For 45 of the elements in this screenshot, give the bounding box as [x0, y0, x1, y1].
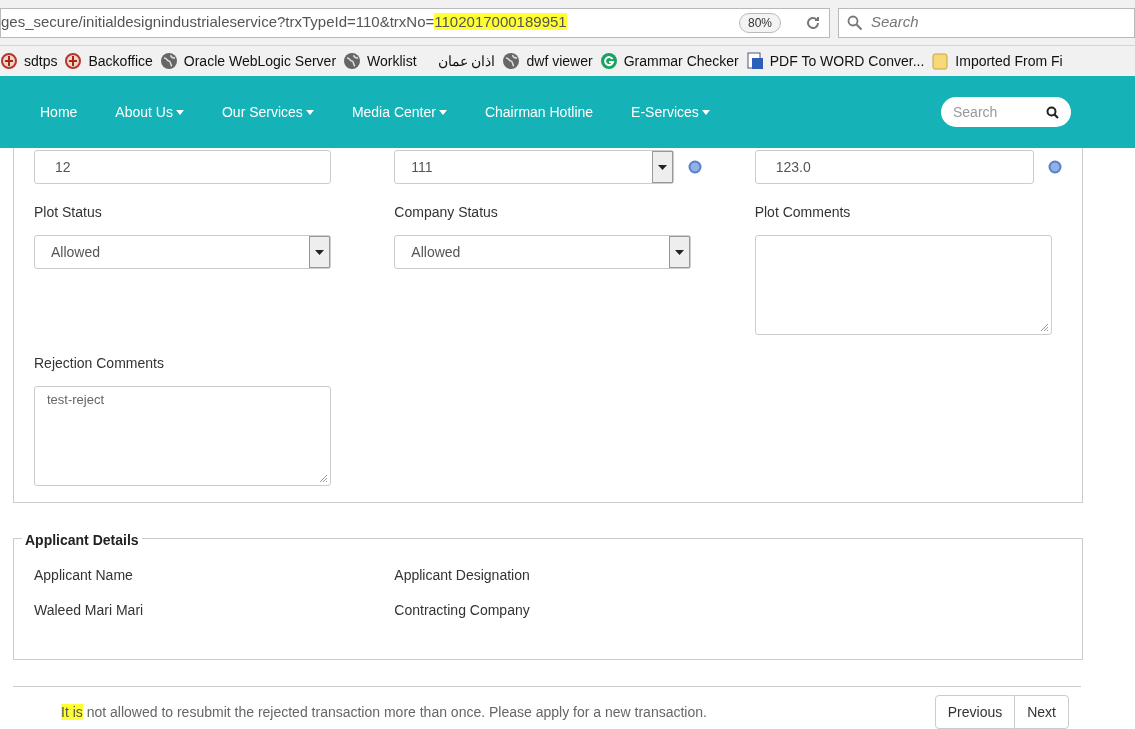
field-label: Plot Comments — [754, 203, 852, 222]
bookmark-link[interactable]: اذان عمان — [437, 50, 496, 72]
resize-grip-icon[interactable] — [319, 474, 328, 483]
zoom-badge[interactable]: 80% — [738, 12, 781, 33]
bookmark-link[interactable]: Oracle WebLogic Server — [159, 50, 337, 72]
field-label: Applicant Designation — [394, 566, 531, 585]
dropdown[interactable]: 111 — [394, 150, 674, 184]
bookmark-link[interactable]: Grammar Checker — [599, 50, 739, 72]
field-label: Plot Status — [34, 203, 103, 222]
emblem-icon — [64, 52, 83, 70]
bookmark-link[interactable]: dwf viewer — [502, 50, 593, 72]
input-field[interactable]: 123.0 — [754, 150, 1034, 184]
input-field[interactable]: 12 — [34, 150, 331, 184]
document-icon — [745, 52, 764, 70]
bookmark-link[interactable]: PDF To WORD Conver... — [745, 50, 925, 72]
reload-icon[interactable] — [805, 14, 821, 31]
folder-icon — [931, 52, 950, 70]
pager-button[interactable]: Previous — [934, 695, 1016, 729]
field-label: Applicant Name — [34, 566, 134, 585]
text-area[interactable]: test-reject — [34, 386, 331, 486]
pager-button[interactable]: Next — [1014, 695, 1069, 729]
g-logo-icon — [599, 52, 618, 70]
dropdown[interactable]: Allowed — [394, 235, 692, 269]
browser-search-field[interactable]: Search — [838, 7, 1135, 38]
field-label: Company Status — [394, 203, 499, 222]
help-icon[interactable] — [687, 160, 702, 174]
field-value: Waleed Mari Mari — [34, 601, 145, 620]
globe-icon — [343, 52, 362, 70]
globe-icon — [159, 52, 178, 70]
address-bar[interactable]: ges_secure/initialdesignindustrialeservice?trxTypeId=110&trxNo=1102017000189951 80% — [0, 7, 830, 38]
search-icon — [1046, 105, 1059, 119]
dropdown[interactable]: Allowed — [34, 235, 331, 269]
search-icon — [847, 14, 863, 31]
url-text: ges_secure/initialdesignindustrialeservice?trxTypeId=110&trxNo=1102017000189951 — [1, 12, 567, 33]
bookmark-link[interactable]: Backoffice — [64, 50, 153, 72]
field-label: Rejection Comments — [34, 354, 165, 373]
resize-grip-icon[interactable] — [1039, 323, 1049, 332]
emblem-icon — [0, 52, 18, 70]
bookmark-link[interactable]: Worklist — [343, 50, 417, 72]
notice-message: It is not allowed to resubmit the rejected transaction more than once. Please apply for a new transaction. — [61, 702, 707, 722]
bookmark-link[interactable]: sdtps — [0, 50, 58, 72]
bookmark-link[interactable]: Imported From Fi — [931, 50, 1063, 72]
help-icon[interactable] — [1048, 160, 1062, 174]
globe-icon — [502, 52, 521, 70]
field-value: Contracting Company — [394, 601, 531, 620]
